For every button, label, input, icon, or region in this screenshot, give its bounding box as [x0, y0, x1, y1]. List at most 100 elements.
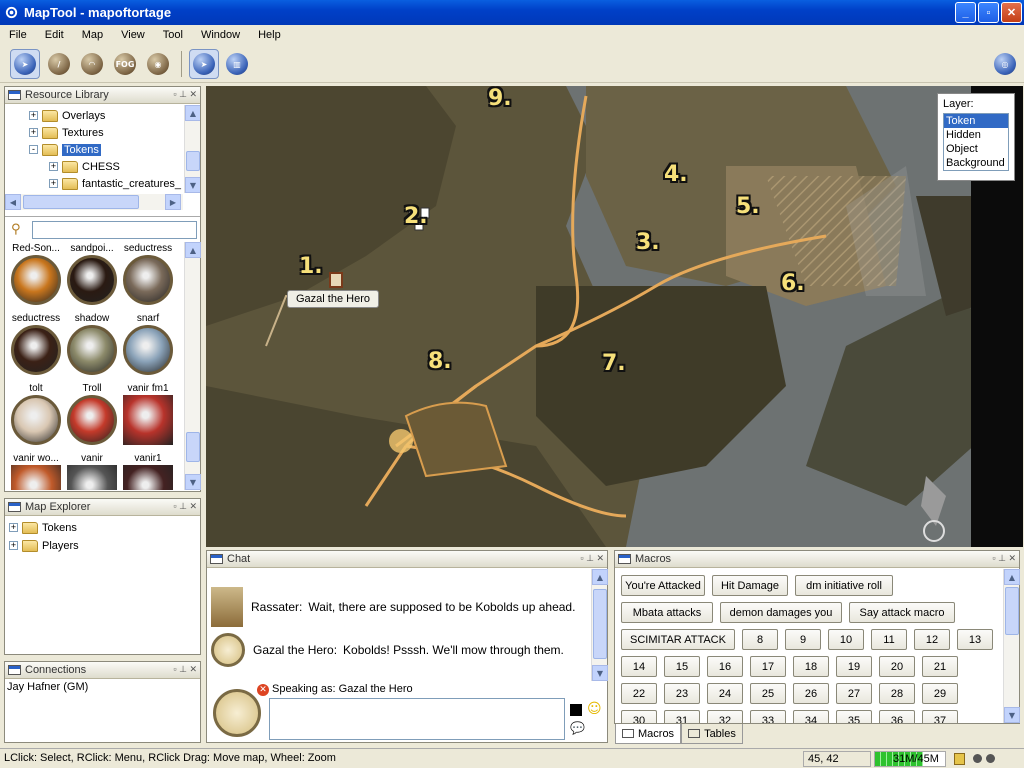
macro-button[interactable]: 10: [828, 629, 864, 650]
menu-view[interactable]: View: [112, 29, 154, 41]
macro-button[interactable]: 37: [922, 710, 958, 723]
macro-button[interactable]: demon damages you: [720, 602, 842, 623]
tree-node-chess[interactable]: + CHESS: [49, 158, 120, 175]
menu-edit[interactable]: Edit: [36, 29, 73, 41]
token-thumbnail[interactable]: Troll: [65, 382, 119, 445]
token-image: [11, 465, 61, 490]
token-thumbnail[interactable]: sandpoi...: [65, 242, 119, 305]
chat-bubble-icon[interactable]: 💬: [570, 721, 585, 735]
chat-input[interactable]: [269, 698, 565, 740]
map-canvas[interactable]: 9. 2. 4. 5. 3. 1. 6. 8. 7.: [206, 86, 1023, 547]
macro-button[interactable]: 23: [664, 683, 700, 704]
macro-button[interactable]: 33: [750, 710, 786, 723]
tab-tables[interactable]: Tables: [681, 724, 743, 744]
macro-button[interactable]: 19: [836, 656, 872, 677]
tree-vscroll[interactable]: ▲ ▼: [184, 105, 200, 193]
panel-controls[interactable]: ▫ ⊥ ✕: [173, 89, 197, 100]
token-thumbnail[interactable]: snarf: [121, 312, 175, 375]
macro-button[interactable]: 13: [957, 629, 993, 650]
token-vscroll[interactable]: ▲ ▼: [184, 242, 201, 490]
tree-node-tokens[interactable]: - Tokens: [29, 141, 101, 158]
macro-button[interactable]: 30: [621, 710, 657, 723]
menu-help[interactable]: Help: [249, 29, 290, 41]
macro-button[interactable]: 36: [879, 710, 915, 723]
fog-tool-button[interactable]: FOG: [110, 49, 140, 79]
menu-file[interactable]: File: [0, 29, 36, 41]
macro-button[interactable]: 29: [922, 683, 958, 704]
macro-button[interactable]: 34: [793, 710, 829, 723]
macros-vscroll[interactable]: ▲ ▼: [1003, 569, 1020, 723]
token-thumbnail[interactable]: vanir wo...: [9, 452, 63, 490]
macro-button[interactable]: dm initiative roll: [795, 575, 893, 596]
connection-item[interactable]: Jay Hafner (GM): [5, 679, 200, 695]
select-tool-button[interactable]: ➤: [189, 49, 219, 79]
panel-controls[interactable]: ▫ ⊥ ✕: [173, 501, 197, 512]
layer-background[interactable]: Background: [944, 156, 1008, 170]
layer-object[interactable]: Object: [944, 142, 1008, 156]
macro-button[interactable]: 28: [879, 683, 915, 704]
tree-node-overlays[interactable]: + Overlays: [29, 107, 105, 124]
panel-controls[interactable]: ▫ ⊥ ✕: [992, 553, 1016, 564]
measure-tool-button[interactable]: ▥: [222, 49, 252, 79]
macro-button[interactable]: 21: [922, 656, 958, 677]
macro-button[interactable]: 27: [836, 683, 872, 704]
macro-button[interactable]: 35: [836, 710, 872, 723]
macro-button[interactable]: 31: [664, 710, 700, 723]
token-thumbnail[interactable]: Red-Son...: [9, 242, 63, 305]
panel-controls[interactable]: ▫ ⊥ ✕: [580, 553, 604, 564]
macro-button[interactable]: 16: [707, 656, 743, 677]
macro-button[interactable]: 25: [750, 683, 786, 704]
template-tool-button[interactable]: ◠: [77, 49, 107, 79]
menu-map[interactable]: Map: [73, 29, 112, 41]
macro-button[interactable]: SCIMITAR ATTACK: [621, 629, 735, 650]
vision-tool-button[interactable]: ◉: [143, 49, 173, 79]
token-thumbnail[interactable]: shadow: [65, 312, 119, 375]
token-thumbnail[interactable]: vanir1: [121, 452, 175, 490]
tree-hscroll[interactable]: ◀ ▶: [5, 194, 183, 210]
macro-button[interactable]: 32: [707, 710, 743, 723]
macro-button[interactable]: You're Attacked: [621, 575, 705, 596]
chat-vscroll[interactable]: ▲ ▼: [591, 569, 608, 681]
connect-globe-button[interactable]: ◎: [990, 49, 1020, 79]
macro-button[interactable]: 22: [621, 683, 657, 704]
tree-node-fantastic-creatures[interactable]: + fantastic_creatures_: [49, 175, 181, 192]
emoticon-icon[interactable]: ☺: [587, 701, 602, 717]
explorer-tokens[interactable]: + Tokens: [9, 519, 77, 536]
resource-search-input[interactable]: [32, 221, 197, 239]
layer-hidden[interactable]: Hidden: [944, 128, 1008, 142]
token-thumbnail[interactable]: tolt: [9, 382, 63, 445]
token-thumbnail[interactable]: vanir: [65, 452, 119, 490]
text-color-swatch[interactable]: [570, 704, 582, 716]
macro-button[interactable]: 26: [793, 683, 829, 704]
explorer-players[interactable]: + Players: [9, 537, 79, 554]
macro-button[interactable]: Hit Damage: [712, 575, 788, 596]
panel-controls[interactable]: ▫ ⊥ ✕: [173, 664, 197, 675]
memory-meter[interactable]: 31M/45M: [874, 751, 946, 767]
macro-button[interactable]: 18: [793, 656, 829, 677]
macro-button[interactable]: 20: [879, 656, 915, 677]
macro-button[interactable]: Mbata attacks: [621, 602, 713, 623]
macro-button[interactable]: 9: [785, 629, 821, 650]
macro-button[interactable]: 24: [707, 683, 743, 704]
clear-speaking-icon[interactable]: ✕: [257, 684, 269, 696]
tab-macros[interactable]: Macros: [615, 724, 682, 744]
draw-tool-button[interactable]: /: [44, 49, 74, 79]
macro-button[interactable]: 11: [871, 629, 907, 650]
macro-button[interactable]: 17: [750, 656, 786, 677]
pointer-tool-button[interactable]: ➤: [10, 49, 40, 79]
token-thumbnail[interactable]: seductress: [121, 242, 175, 305]
menu-window[interactable]: Window: [192, 29, 249, 41]
macro-button[interactable]: 12: [914, 629, 950, 650]
layer-token[interactable]: Token: [944, 114, 1008, 128]
token-thumbnail[interactable]: seductress: [9, 312, 63, 375]
close-button[interactable]: ✕: [1001, 2, 1022, 23]
minimize-button[interactable]: _: [955, 2, 976, 23]
macro-button[interactable]: 14: [621, 656, 657, 677]
tree-node-textures[interactable]: + Textures: [29, 124, 104, 141]
token-thumbnail[interactable]: vanir fm1: [121, 382, 175, 445]
macro-button[interactable]: 8: [742, 629, 778, 650]
macro-button[interactable]: 15: [664, 656, 700, 677]
maximize-button[interactable]: ▫: [978, 2, 999, 23]
macro-button[interactable]: Say attack macro: [849, 602, 955, 623]
menu-tool[interactable]: Tool: [154, 29, 192, 41]
